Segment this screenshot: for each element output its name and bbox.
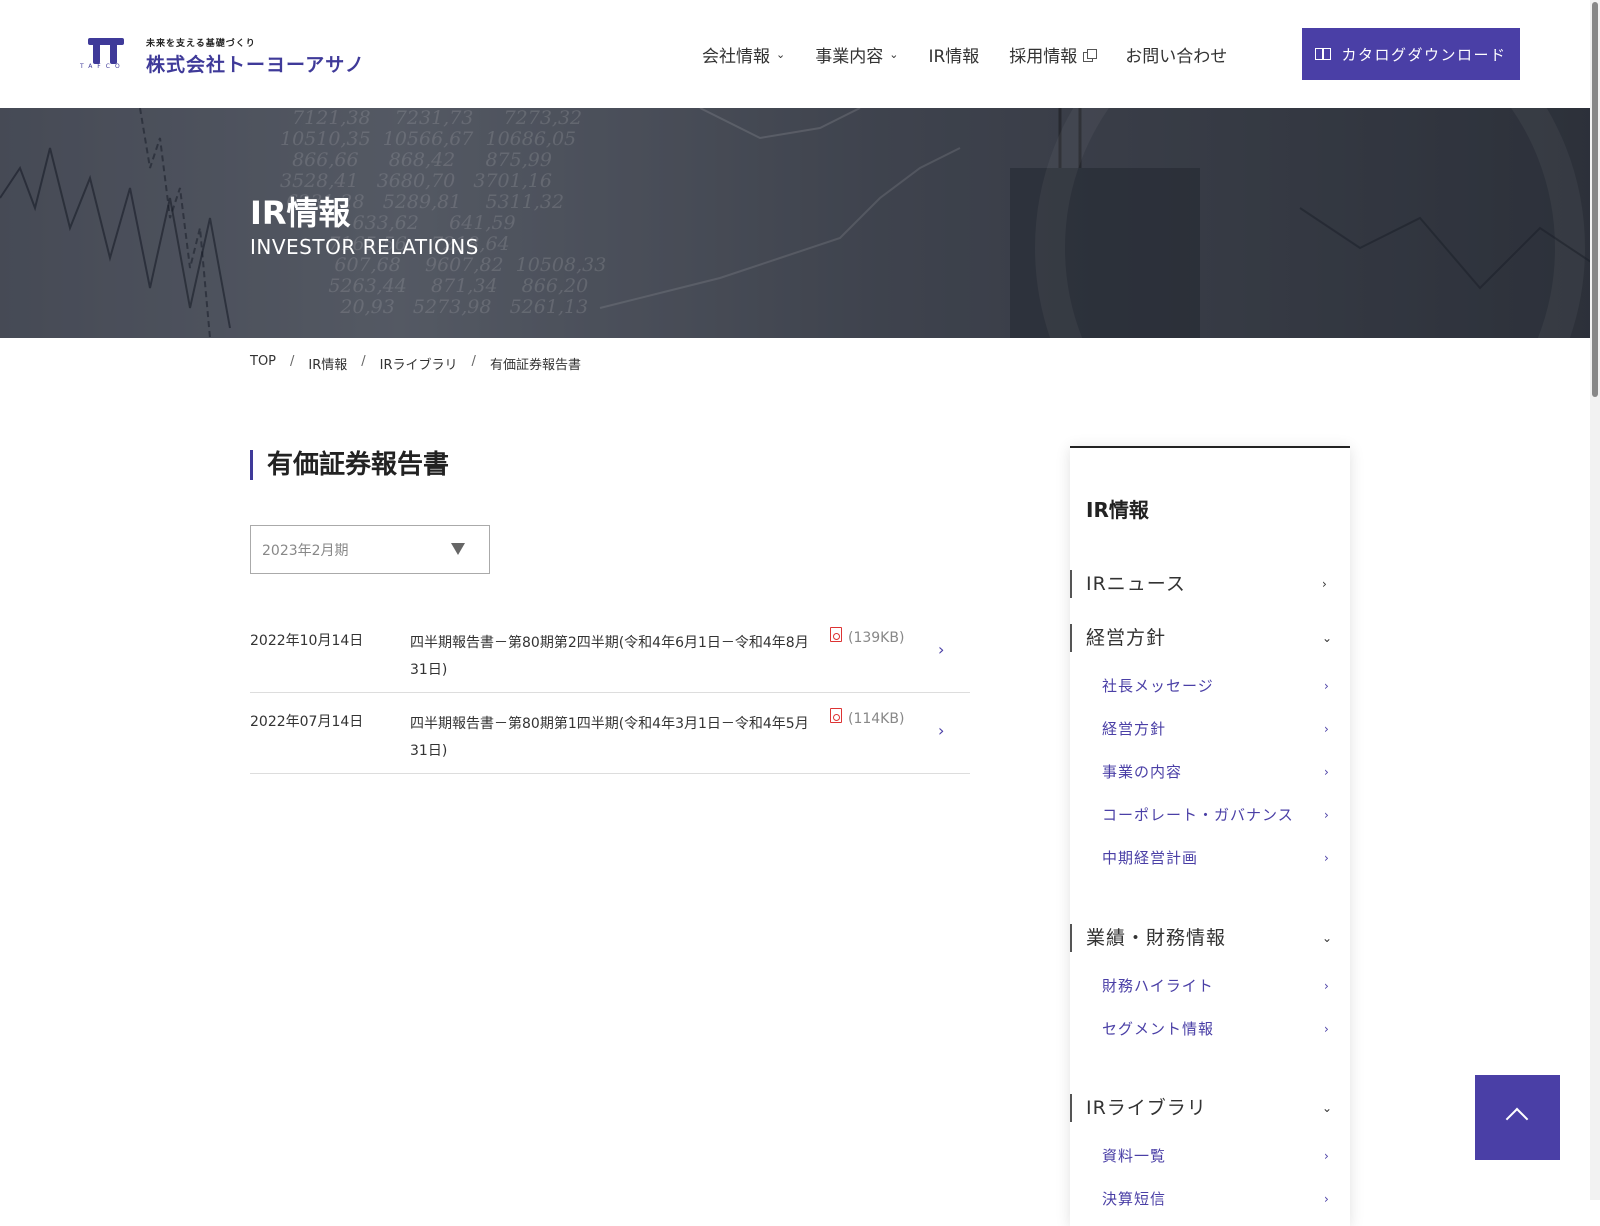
scrollbar-thumb[interactable] — [1592, 2, 1598, 397]
nav-contact-label: お問い合わせ — [1125, 47, 1228, 67]
pdf-icon — [830, 708, 842, 723]
sidebar-subitem-business-content[interactable]: 事業の内容 › — [1070, 760, 1350, 784]
sidebar-item-label: IRニュース — [1086, 573, 1186, 595]
hero-banner: 7121,38 7231,73 7273,32 10510,35 10566,6… — [0, 108, 1600, 338]
book-icon — [1315, 48, 1332, 60]
document-size: (114KB) — [848, 711, 905, 727]
sidebar-subitem-documents[interactable]: 資料一覧 › — [1070, 1144, 1350, 1168]
chevron-down-icon: ⌄ — [1322, 1101, 1333, 1115]
sidebar-item-label: IRライブラリ — [1086, 1097, 1207, 1119]
chevron-right-icon: › — [1324, 1022, 1329, 1036]
chevron-down-icon: ⌄ — [776, 48, 786, 61]
fiscal-period-value: 2023年2月期 — [262, 542, 349, 559]
back-to-top-button[interactable] — [1475, 1075, 1560, 1160]
chevron-up-icon — [1505, 1107, 1529, 1131]
document-size: (139KB) — [848, 630, 905, 646]
sidebar-heading: IR情報 — [1086, 498, 1149, 522]
nav-recruit-label: 採用情報 — [1009, 47, 1078, 67]
sidebar-subitem-label: 資料一覧 — [1102, 1147, 1167, 1165]
sidebar-subitem-label: 財務ハイライト — [1102, 977, 1214, 995]
sidebar-subitem-earnings-summary[interactable]: 決算短信 › — [1070, 1187, 1350, 1211]
sidebar-subitem-label: 事業の内容 — [1102, 763, 1183, 781]
nav-company-label: 会社情報 — [702, 47, 770, 67]
logo-mark-text: TAFCO — [80, 63, 125, 70]
chevron-down-icon: ⌄ — [1322, 931, 1333, 945]
breadcrumb-ir-library[interactable]: IRライブラリ — [380, 354, 458, 373]
breadcrumb-ir[interactable]: IR情報 — [308, 354, 347, 373]
chevron-down-icon: ⌄ — [889, 48, 899, 61]
sidebar-subitem-financial-highlights[interactable]: 財務ハイライト › — [1070, 974, 1350, 998]
page-scrollbar[interactable] — [1590, 0, 1600, 1200]
nav-recruit[interactable]: 採用情報 — [1009, 42, 1098, 67]
hero-subtitle: INVESTOR RELATIONS — [250, 235, 479, 259]
document-date: 2022年10月14日 — [250, 633, 364, 649]
pdf-icon — [830, 627, 842, 642]
table-row[interactable]: 2022年10月14日 四半期報告書－第80期第2四半期(令和4年6月1日－令和… — [250, 612, 970, 693]
fiscal-period-select[interactable]: 2023年2月期 — [250, 525, 490, 574]
chevron-right-icon: › — [1324, 808, 1329, 822]
chevron-right-icon: › — [1324, 1149, 1329, 1163]
nav-contact[interactable]: お問い合わせ — [1125, 42, 1227, 67]
logo-tagline: 未来を支える基礎づくり — [146, 39, 256, 49]
chevron-right-icon: › — [1324, 722, 1329, 736]
global-nav: 会社情報 ⌄ 事業内容 ⌄ IR情報 採用情報 お問い合わせ — [702, 42, 1257, 67]
sidebar-item-label: 業績・財務情報 — [1086, 927, 1227, 949]
nav-ir[interactable]: IR情報 — [928, 42, 979, 67]
document-date: 2022年07月14日 — [250, 714, 364, 730]
catalog-download-label: カタログダウンロード — [1341, 45, 1507, 64]
site-logo[interactable]: TAFCO 未来を支える基礎づくり 株式会社トーヨーアサノ — [80, 36, 365, 77]
sidebar-subitem-label: セグメント情報 — [1102, 1020, 1215, 1038]
document-title[interactable]: 四半期報告書－第80期第2四半期(令和4年6月1日－令和4年8月31日) — [410, 630, 810, 684]
breadcrumb-top[interactable]: TOP — [250, 354, 276, 373]
sidebar-subitem-president-message[interactable]: 社長メッセージ › — [1070, 674, 1350, 698]
sidebar-subitem-management-policy[interactable]: 経営方針 › — [1070, 717, 1350, 741]
chevron-down-icon: ⌄ — [1322, 631, 1333, 645]
external-link-icon — [1083, 48, 1098, 62]
breadcrumb-current: 有価証券報告書 — [489, 358, 581, 373]
sidebar-subitem-label: 社長メッセージ — [1102, 677, 1214, 695]
chevron-right-icon: › — [1324, 1192, 1329, 1206]
page-title: 有価証券報告書 — [250, 450, 449, 480]
sidebar-nav: IR情報 IRニュース › 経営方針 ⌄ 社長メッセージ › 経営方針 › 事業… — [1070, 446, 1350, 1226]
sidebar-subitem-label: 経営方針 — [1102, 720, 1167, 738]
chevron-right-icon: › — [1322, 577, 1327, 591]
chevron-right-icon[interactable]: › — [938, 721, 944, 740]
sidebar-subitem-label: コーポレート・ガバナンス — [1102, 806, 1294, 824]
hero-title: IR情報 — [250, 194, 351, 232]
sidebar-subitem-label: 中期経営計画 — [1102, 849, 1199, 867]
sidebar-subitem-corporate-governance[interactable]: コーポレート・ガバナンス › — [1070, 803, 1350, 827]
nav-company[interactable]: 会社情報 ⌄ — [702, 42, 785, 67]
site-header: TAFCO 未来を支える基礎づくり 株式会社トーヨーアサノ 会社情報 ⌄ 事業内… — [0, 0, 1600, 108]
chevron-right-icon: › — [1324, 851, 1329, 865]
sidebar-subitem-label: 決算短信 — [1102, 1190, 1167, 1208]
sidebar-subitem-segment-info[interactable]: セグメント情報 › — [1070, 1017, 1350, 1041]
logo-company-name: 株式会社トーヨーアサノ — [146, 54, 365, 76]
chevron-right-icon[interactable]: › — [938, 640, 944, 659]
nav-business-label: 事業内容 — [815, 47, 884, 67]
nav-business[interactable]: 事業内容 ⌄ — [815, 42, 898, 67]
triangle-down-icon — [451, 543, 465, 555]
table-row[interactable]: 2022年07月14日 四半期報告書－第80期第1四半期(令和4年3月1日－令和… — [250, 693, 970, 774]
chevron-right-icon: › — [1324, 979, 1329, 993]
breadcrumb: TOP / IR情報 / IRライブラリ / 有価証券報告書 — [250, 354, 581, 373]
sidebar-subitem-mid-term-plan[interactable]: 中期経営計画 › — [1070, 846, 1350, 870]
catalog-download-button[interactable]: カタログダウンロード — [1302, 28, 1520, 80]
chevron-right-icon: › — [1324, 765, 1329, 779]
logo-mark: TAFCO — [80, 36, 136, 72]
nav-ir-label: IR情報 — [928, 47, 980, 67]
chevron-right-icon: › — [1324, 679, 1329, 693]
document-title[interactable]: 四半期報告書－第80期第1四半期(令和4年3月1日－令和4年5月31日) — [410, 711, 810, 765]
document-list: 2022年10月14日 四半期報告書－第80期第2四半期(令和4年6月1日－令和… — [250, 612, 970, 774]
sidebar-item-label: 経営方針 — [1086, 627, 1167, 649]
